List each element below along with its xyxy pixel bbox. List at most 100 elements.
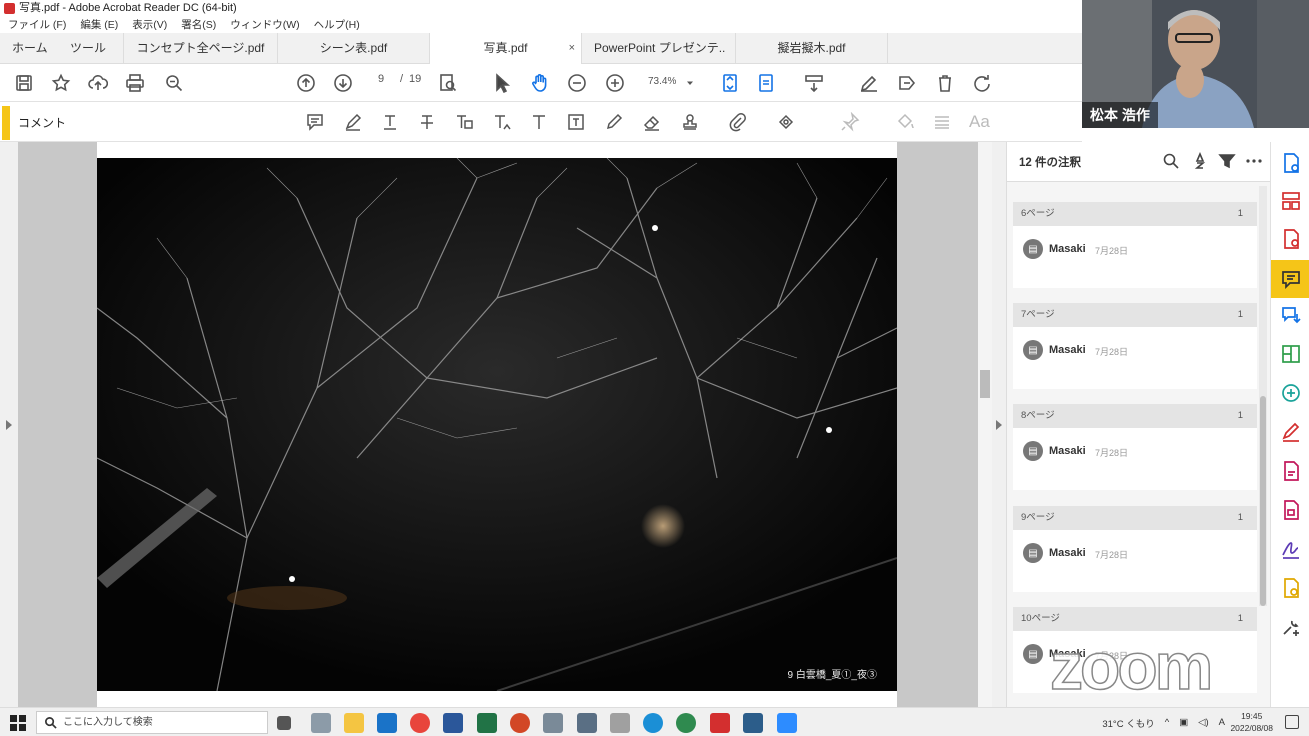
bookmark-button[interactable] bbox=[50, 72, 72, 94]
right-panel-toggle[interactable] bbox=[992, 142, 1006, 707]
chrome-alt-icon[interactable] bbox=[676, 713, 696, 733]
menu-sign[interactable]: 署名(S) bbox=[181, 17, 216, 33]
acrobat-taskbar-icon[interactable] bbox=[710, 713, 730, 733]
edge-icon[interactable] bbox=[643, 713, 663, 733]
zoom-video-tile[interactable]: 松本 浩作 bbox=[1082, 0, 1309, 128]
left-panel-toggle[interactable] bbox=[0, 142, 18, 707]
app-icon-notes[interactable] bbox=[543, 713, 563, 733]
combine-files-tool[interactable] bbox=[1280, 343, 1302, 365]
insert-text-button[interactable] bbox=[490, 111, 514, 133]
zoom-in-button[interactable] bbox=[604, 72, 626, 94]
stamp-button[interactable] bbox=[678, 111, 702, 133]
save-button[interactable] bbox=[13, 72, 35, 94]
menu-file[interactable]: ファイル (F) bbox=[8, 17, 66, 33]
zoom-level[interactable]: 73.4% bbox=[648, 76, 676, 87]
menu-view[interactable]: 表示(V) bbox=[132, 17, 167, 33]
menu-help[interactable]: ヘルプ(H) bbox=[314, 17, 360, 33]
strikethrough-button[interactable] bbox=[415, 111, 439, 133]
text-box-button[interactable] bbox=[564, 111, 588, 133]
prev-page-button[interactable] bbox=[295, 72, 317, 94]
tab-doc-concept[interactable]: コンセプト全ページ.pdf bbox=[124, 33, 278, 64]
close-tab-icon[interactable]: × bbox=[569, 33, 575, 64]
pencil-button[interactable] bbox=[602, 111, 626, 133]
pin-button[interactable] bbox=[838, 111, 862, 133]
shapes-button[interactable] bbox=[774, 111, 798, 133]
eraser-button[interactable] bbox=[640, 111, 664, 133]
tab-doc-photo[interactable]: 写真.pdf × bbox=[430, 33, 582, 64]
taskbar-clock[interactable]: 19:45 2022/08/08 bbox=[1230, 710, 1273, 734]
send-for-comments-tool[interactable] bbox=[1280, 304, 1302, 326]
fill-sign-tool[interactable] bbox=[1280, 421, 1302, 443]
attach-button[interactable] bbox=[725, 111, 749, 133]
replace-text-button[interactable] bbox=[452, 111, 476, 133]
ime-indicator[interactable]: A bbox=[1219, 717, 1225, 728]
more-options-button[interactable] bbox=[1245, 152, 1263, 170]
export-pdf-tool[interactable] bbox=[1280, 228, 1302, 250]
comments-scrollbar-thumb[interactable] bbox=[1260, 396, 1266, 606]
excel-icon[interactable] bbox=[477, 713, 497, 733]
comment-group-header[interactable]: 7ページ 1 bbox=[1013, 303, 1257, 327]
create-pdf-tool[interactable] bbox=[1280, 152, 1302, 174]
request-signatures-tool[interactable] bbox=[1280, 538, 1302, 560]
app-icon-mail[interactable] bbox=[610, 713, 630, 733]
comment-group-header[interactable]: 9ページ 1 bbox=[1013, 506, 1257, 530]
fit-page-button[interactable] bbox=[719, 72, 741, 94]
comment-group-header[interactable]: 6ページ 1 bbox=[1013, 202, 1257, 226]
read-mode-button[interactable] bbox=[803, 72, 825, 94]
sign-button[interactable] bbox=[858, 72, 880, 94]
tab-doc-powerpoint[interactable]: PowerPoint プレゼンテ.. bbox=[582, 33, 736, 64]
windows-start-icon[interactable] bbox=[10, 715, 26, 731]
share-button[interactable] bbox=[896, 72, 918, 94]
app-icon-photos[interactable] bbox=[743, 713, 763, 733]
scan-ocr-tool[interactable] bbox=[1280, 382, 1302, 404]
tab-home[interactable]: ホーム bbox=[0, 33, 58, 64]
search-comments-button[interactable] bbox=[1162, 152, 1180, 170]
tray-chevron-icon[interactable]: ^ bbox=[1165, 717, 1169, 728]
line-style-button[interactable] bbox=[930, 111, 954, 133]
weather-label[interactable]: 31°C くもり bbox=[1102, 716, 1154, 730]
tray-network-icon[interactable]: ▣ bbox=[1179, 717, 1188, 728]
sticky-note-button[interactable] bbox=[303, 111, 327, 133]
comment-item[interactable]: ▤ Masaki 7月28日 bbox=[1013, 327, 1257, 389]
add-text-button[interactable] bbox=[527, 111, 551, 133]
comments-scrollbar[interactable] bbox=[1259, 186, 1267, 606]
powerpoint-icon[interactable] bbox=[510, 713, 530, 733]
tray-volume-icon[interactable]: ◁) bbox=[1198, 717, 1208, 728]
find-button[interactable] bbox=[163, 72, 185, 94]
comment-group-header[interactable]: 8ページ 1 bbox=[1013, 404, 1257, 428]
comment-item[interactable]: ▤ Masaki 7月28日 bbox=[1013, 226, 1257, 288]
tab-doc-scene[interactable]: シーン表.pdf bbox=[278, 33, 430, 64]
comment-item[interactable]: ▤ Masaki 7月28日 bbox=[1013, 530, 1257, 592]
tab-tools[interactable]: ツール bbox=[58, 33, 124, 64]
organize-pages-tool[interactable] bbox=[1280, 190, 1302, 212]
taskbar-search[interactable]: ここに入力して検索 bbox=[36, 711, 268, 734]
word-icon[interactable] bbox=[443, 713, 463, 733]
underline-text-button[interactable] bbox=[378, 111, 402, 133]
fill-color-button[interactable] bbox=[893, 111, 917, 133]
app-icon-doc[interactable] bbox=[577, 713, 597, 733]
page-display-button[interactable] bbox=[756, 72, 778, 94]
chrome-icon[interactable] bbox=[410, 713, 430, 733]
highlight-button[interactable] bbox=[341, 111, 365, 133]
page-thumbnail-button[interactable] bbox=[437, 72, 459, 94]
document-scrollbar[interactable] bbox=[978, 142, 992, 707]
more-tools[interactable] bbox=[1280, 616, 1302, 638]
file-explorer-icon[interactable] bbox=[344, 713, 364, 733]
hand-tool-button[interactable] bbox=[529, 72, 551, 94]
filter-comments-button[interactable] bbox=[1218, 152, 1236, 170]
stamp-tool[interactable] bbox=[1280, 577, 1302, 599]
comment-group-header[interactable]: 10ページ 1 bbox=[1013, 607, 1257, 631]
upload-cloud-button[interactable] bbox=[87, 72, 109, 94]
menu-edit[interactable]: 編集 (E) bbox=[80, 17, 118, 33]
protect-tool[interactable] bbox=[1280, 499, 1302, 521]
rotate-button[interactable] bbox=[971, 72, 993, 94]
sort-comments-button[interactable] bbox=[1191, 151, 1209, 170]
zoom-out-button[interactable] bbox=[566, 72, 588, 94]
font-settings-button[interactable]: Aa bbox=[969, 112, 990, 132]
edit-pdf-tool[interactable] bbox=[1280, 460, 1302, 482]
select-tool-button[interactable] bbox=[491, 72, 513, 94]
scrollbar-thumb[interactable] bbox=[980, 370, 990, 398]
page-number-input[interactable]: 9 bbox=[378, 73, 384, 85]
print-button[interactable] bbox=[124, 72, 146, 94]
zoom-taskbar-icon[interactable] bbox=[777, 713, 797, 733]
